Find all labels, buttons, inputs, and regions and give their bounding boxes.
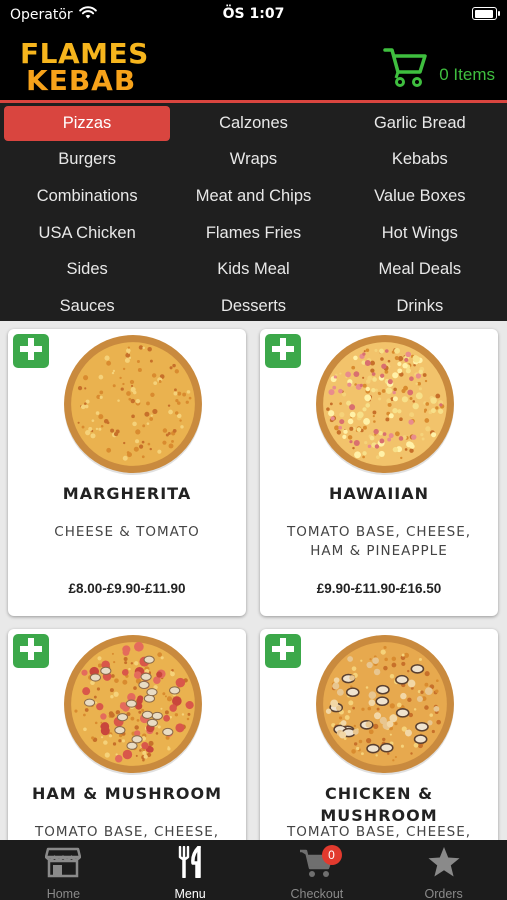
store-icon xyxy=(45,846,82,883)
header-cart-button[interactable]: 0 Items xyxy=(383,42,495,93)
product-description: CHEESE & TOMATO xyxy=(54,524,200,540)
tab-home[interactable]: Home xyxy=(0,840,127,900)
cart-items-count: 0 Items xyxy=(439,64,495,84)
tab-menu[interactable]: Menu xyxy=(127,840,254,900)
add-to-cart-button[interactable] xyxy=(265,334,301,368)
star-icon xyxy=(426,846,462,883)
product-card[interactable]: MARGHERITA CHEESE & TOMATO £8.00-£9.90-£… xyxy=(8,329,246,616)
category-flames-fries[interactable]: Flames Fries xyxy=(170,216,336,251)
category-garlic-bread[interactable]: Garlic Bread xyxy=(337,106,503,141)
plus-icon xyxy=(271,337,295,366)
brand-logo[interactable]: FLAMES KEBAB xyxy=(20,37,149,97)
product-description: TOMATO BASE, CHEESE, xyxy=(34,824,220,840)
product-description: TOMATO BASE, CHEESE, HAM & PINEAPPLE xyxy=(286,524,472,559)
product-card[interactable]: CHICKEN & MUSHROOM TOMATO BASE, CHEESE, xyxy=(260,629,498,841)
tab-home-label: Home xyxy=(46,887,81,900)
product-name: HAWAIIAN xyxy=(328,484,430,503)
fork-knife-icon xyxy=(172,845,208,883)
product-price: £9.90-£11.90-£16.50 xyxy=(316,581,442,596)
category-meat-and-chips[interactable]: Meat and Chips xyxy=(170,179,336,214)
logo-line2: KEBAB xyxy=(26,64,137,97)
category-combinations[interactable]: Combinations xyxy=(4,179,170,214)
logo-line1: FLAMES xyxy=(20,37,149,70)
tab-checkout-label: Checkout xyxy=(290,887,344,900)
battery-fill xyxy=(474,9,493,18)
category-desserts[interactable]: Desserts xyxy=(170,289,336,324)
app-header: FLAMES KEBAB 0 Items xyxy=(0,30,507,100)
checkout-badge: 0 xyxy=(321,845,342,865)
shopping-cart-icon xyxy=(383,42,429,93)
product-name: CHICKEN & MUSHROOM xyxy=(320,784,438,825)
category-value-boxes[interactable]: Value Boxes xyxy=(337,179,503,214)
category-kebabs[interactable]: Kebabs xyxy=(337,143,503,178)
status-time: ÖS 1:07 xyxy=(222,6,285,22)
tab-menu-label: Menu xyxy=(174,887,206,900)
product-description: TOMATO BASE, CHEESE, xyxy=(286,824,472,840)
product-list: MARGHERITA CHEESE & TOMATO £8.00-£9.90-£… xyxy=(0,321,507,841)
plus-icon xyxy=(19,337,43,366)
bottom-tab-bar: Home Menu 0 Checkout Orders xyxy=(0,840,507,900)
add-to-cart-button[interactable] xyxy=(13,634,49,668)
category-burgers[interactable]: Burgers xyxy=(4,143,170,178)
product-price: £8.00-£9.90-£11.90 xyxy=(68,581,186,596)
category-pizzas[interactable]: Pizzas xyxy=(4,106,170,141)
status-bar: Operatör ÖS 1:07 xyxy=(0,0,507,30)
product-name: MARGHERITA xyxy=(62,484,192,503)
product-card[interactable]: HAWAIIAN TOMATO BASE, CHEESE, HAM & PINE… xyxy=(260,329,498,616)
category-wraps[interactable]: Wraps xyxy=(170,143,336,178)
tab-orders[interactable]: Orders xyxy=(380,840,507,900)
category-calzones[interactable]: Calzones xyxy=(170,106,336,141)
add-to-cart-button[interactable] xyxy=(265,634,301,668)
category-sides[interactable]: Sides xyxy=(4,252,170,287)
category-sauces[interactable]: Sauces xyxy=(4,289,170,324)
plus-icon xyxy=(19,637,43,666)
product-card[interactable]: HAM & MUSHROOM TOMATO BASE, CHEESE, xyxy=(8,629,246,841)
battery-icon xyxy=(472,7,500,20)
category-drinks[interactable]: Drinks xyxy=(337,289,503,324)
category-kids-meal[interactable]: Kids Meal xyxy=(170,252,336,287)
category-hot-wings[interactable]: Hot Wings xyxy=(337,216,503,251)
tab-orders-label: Orders xyxy=(424,887,463,900)
app-screen: Operatör ÖS 1:07 FLAMES KEBAB 0 Items Pi… xyxy=(0,0,507,900)
add-to-cart-button[interactable] xyxy=(13,334,49,368)
plus-icon xyxy=(271,637,295,666)
category-meal-deals[interactable]: Meal Deals xyxy=(337,252,503,287)
tab-checkout[interactable]: 0 Checkout xyxy=(254,840,381,900)
category-usa-chicken[interactable]: USA Chicken xyxy=(4,216,170,251)
product-name: HAM & MUSHROOM xyxy=(31,784,223,803)
category-grid: Pizzas Calzones Garlic Bread Burgers Wraps Ke… xyxy=(0,103,507,321)
